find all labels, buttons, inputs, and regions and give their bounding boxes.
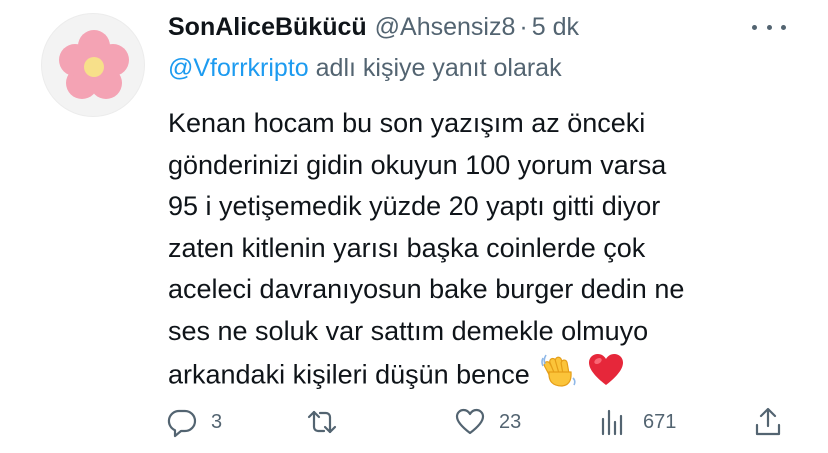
tweet-header: SonAliceBükücü @Ahsensiz8 · 5 dk xyxy=(168,10,579,44)
more-options-icon[interactable] xyxy=(752,14,786,40)
reply-context-text: adlı kişiye yanıt olarak xyxy=(308,54,562,82)
avatar[interactable] xyxy=(41,13,145,117)
tweet-actions-bar: 3 23 671 xyxy=(166,404,786,440)
views-count: 671 xyxy=(643,410,677,433)
reply-icon xyxy=(167,409,197,438)
views-chart-icon xyxy=(601,409,623,436)
tweet-text-line: zaten kitlenin yarısı başka coinlerde ço… xyxy=(168,232,646,263)
share-icon xyxy=(755,407,781,436)
tweet-text: Kenan hocam bu son yazışım az önceki gön… xyxy=(168,103,808,401)
tweet-text-line: 95 i yetişemedik yüzde 20 yaptı gitti di… xyxy=(168,191,661,221)
tweet-text-line: ses ne soluk var sattım demekle olmuyo xyxy=(168,315,649,346)
flower-avatar-image xyxy=(59,30,129,99)
like-count: 23 xyxy=(499,410,522,433)
tweet-text-line: arkandaki kişileri düşün bence xyxy=(168,359,530,390)
display-name[interactable]: SonAliceBükücü xyxy=(168,13,367,42)
share-button[interactable] xyxy=(752,404,784,440)
reply-button[interactable]: 3 xyxy=(166,404,222,440)
tweet-text-line: Kenan hocam bu son yazışım az önceki xyxy=(168,108,646,138)
reply-context: @Vforrkripto adlı kişiye yanıt olarak xyxy=(168,54,562,83)
like-button[interactable]: 23 xyxy=(454,404,521,440)
retweet-button[interactable] xyxy=(306,404,351,440)
retweet-icon xyxy=(307,410,337,434)
waving-hand-emoji xyxy=(540,352,578,401)
red-heart-emoji xyxy=(588,353,624,400)
reply-count: 3 xyxy=(211,410,223,433)
views-button[interactable]: 671 xyxy=(598,404,676,440)
heart-icon xyxy=(455,408,485,435)
reply-mention-link[interactable]: @Vforrkripto xyxy=(168,54,309,82)
tweet-text-line: gönderinizi gidin okuyun 100 yorum varsa xyxy=(168,149,667,180)
timestamp[interactable]: 5 dk xyxy=(532,13,579,42)
user-handle[interactable]: @Ahsensiz8 xyxy=(375,13,516,42)
separator-dot: · xyxy=(519,12,528,41)
tweet-text-last-line: arkandaki kişileri düşün bence xyxy=(168,352,808,401)
tweet: SonAliceBükücü @Ahsensiz8 · 5 dk @Vforrk… xyxy=(0,0,828,453)
tweet-text-line: aceleci davranıyosun bake burger dedin n… xyxy=(168,274,685,304)
